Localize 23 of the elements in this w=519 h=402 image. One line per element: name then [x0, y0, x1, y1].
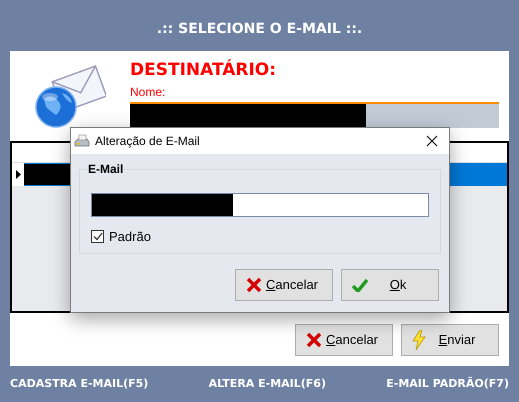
- name-label: Nome:: [130, 84, 166, 101]
- email-input-field[interactable]: [91, 193, 429, 217]
- checkmark-icon: [352, 278, 368, 292]
- close-icon: [246, 277, 262, 293]
- name-field[interactable]: [130, 104, 499, 128]
- printer-icon: [74, 134, 90, 148]
- cancel-button[interactable]: Cancelar: [295, 324, 393, 356]
- close-icon: [426, 135, 438, 147]
- row-pointer-icon: [16, 170, 20, 179]
- dialog-title: Alteração de E-Mail: [95, 133, 201, 150]
- lightning-icon: [412, 330, 426, 350]
- cancel-button[interactable]: Cancelar: [235, 269, 333, 301]
- close-icon: [306, 332, 322, 348]
- default-checkbox[interactable]: [91, 230, 104, 244]
- recipient-heading: DESTINATÁRIO:: [130, 59, 278, 81]
- shortcut-label[interactable]: E-MAIL PADRÃO(F7): [386, 376, 509, 392]
- screen-title: .:: SELECIONE O E-MAIL ::.: [156, 20, 362, 39]
- ok-button[interactable]: Ok: [341, 269, 439, 301]
- shortcut-label[interactable]: ALTERA E-MAIL(F6): [208, 376, 326, 392]
- globe-envelope-icon: [34, 63, 106, 129]
- checkbox-label: Padrão: [109, 228, 151, 246]
- send-button[interactable]: Enviar: [401, 324, 499, 356]
- shortcut-label[interactable]: CADASTRA E-MAIL(F5): [10, 376, 148, 392]
